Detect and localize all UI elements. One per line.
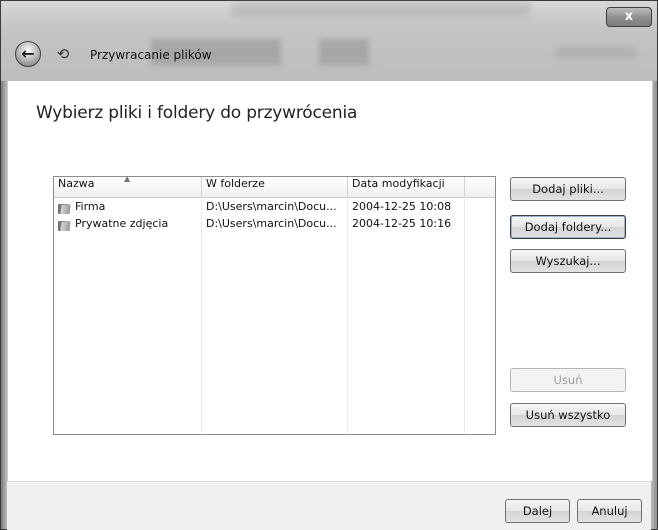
main-panel: Wybierz pliki i foldery do przywrócenia …: [7, 81, 653, 481]
footer-bar: Dalej Anuluj: [7, 481, 651, 530]
back-arrow-icon: ←: [21, 44, 35, 63]
add-files-button[interactable]: Dodaj pliki...: [510, 177, 626, 201]
restore-files-window: x ← ⟲ Przywracanie plików Wybierz pliki …: [0, 0, 658, 530]
row-name: Firma: [75, 200, 106, 213]
row-folder: D:\Users\marcin\Docu...: [206, 217, 337, 230]
title-bar: x ← ⟲ Przywracanie plików: [1, 1, 657, 81]
row-date: 2004-12-25 10:08: [352, 200, 452, 213]
cancel-button[interactable]: Anuluj: [577, 499, 642, 523]
remove-button[interactable]: Usuń: [510, 368, 626, 392]
close-button[interactable]: x: [606, 7, 652, 27]
sort-ascending-icon: ▲: [124, 174, 131, 183]
add-folders-button[interactable]: Dodaj foldery...: [510, 215, 626, 239]
column-header-folder[interactable]: W folderze: [202, 177, 348, 197]
file-list[interactable]: Nazwa ▲ W folderze Data modyfikacji Firm…: [53, 174, 496, 435]
remove-all-button[interactable]: Usuń wszystko: [510, 403, 626, 427]
table-row[interactable]: Prywatne zdjęcia D:\Users\marcin\Docu...…: [54, 217, 495, 234]
column-header-name[interactable]: Nazwa ▲: [54, 174, 202, 197]
list-header: Nazwa ▲ W folderze Data modyfikacji: [54, 174, 495, 198]
row-name: Prywatne zdjęcia: [75, 217, 169, 230]
back-button[interactable]: ←: [15, 41, 41, 67]
next-button[interactable]: Dalej: [505, 499, 570, 523]
page-title: Wybierz pliki i foldery do przywrócenia: [36, 103, 358, 123]
table-row[interactable]: Firma D:\Users\marcin\Docu... 2004-12-25…: [54, 200, 495, 217]
restore-files-icon: ⟲: [56, 45, 70, 63]
folder-icon: [58, 219, 71, 231]
column-header-spacer: [465, 177, 495, 197]
folder-icon: [58, 202, 71, 214]
row-date: 2004-12-25 10:16: [352, 217, 452, 230]
row-folder: D:\Users\marcin\Docu...: [206, 200, 337, 213]
column-header-date[interactable]: Data modyfikacji: [348, 177, 465, 197]
search-button[interactable]: Wyszukaj...: [510, 249, 626, 273]
window-title: Przywracanie plików: [90, 48, 212, 62]
